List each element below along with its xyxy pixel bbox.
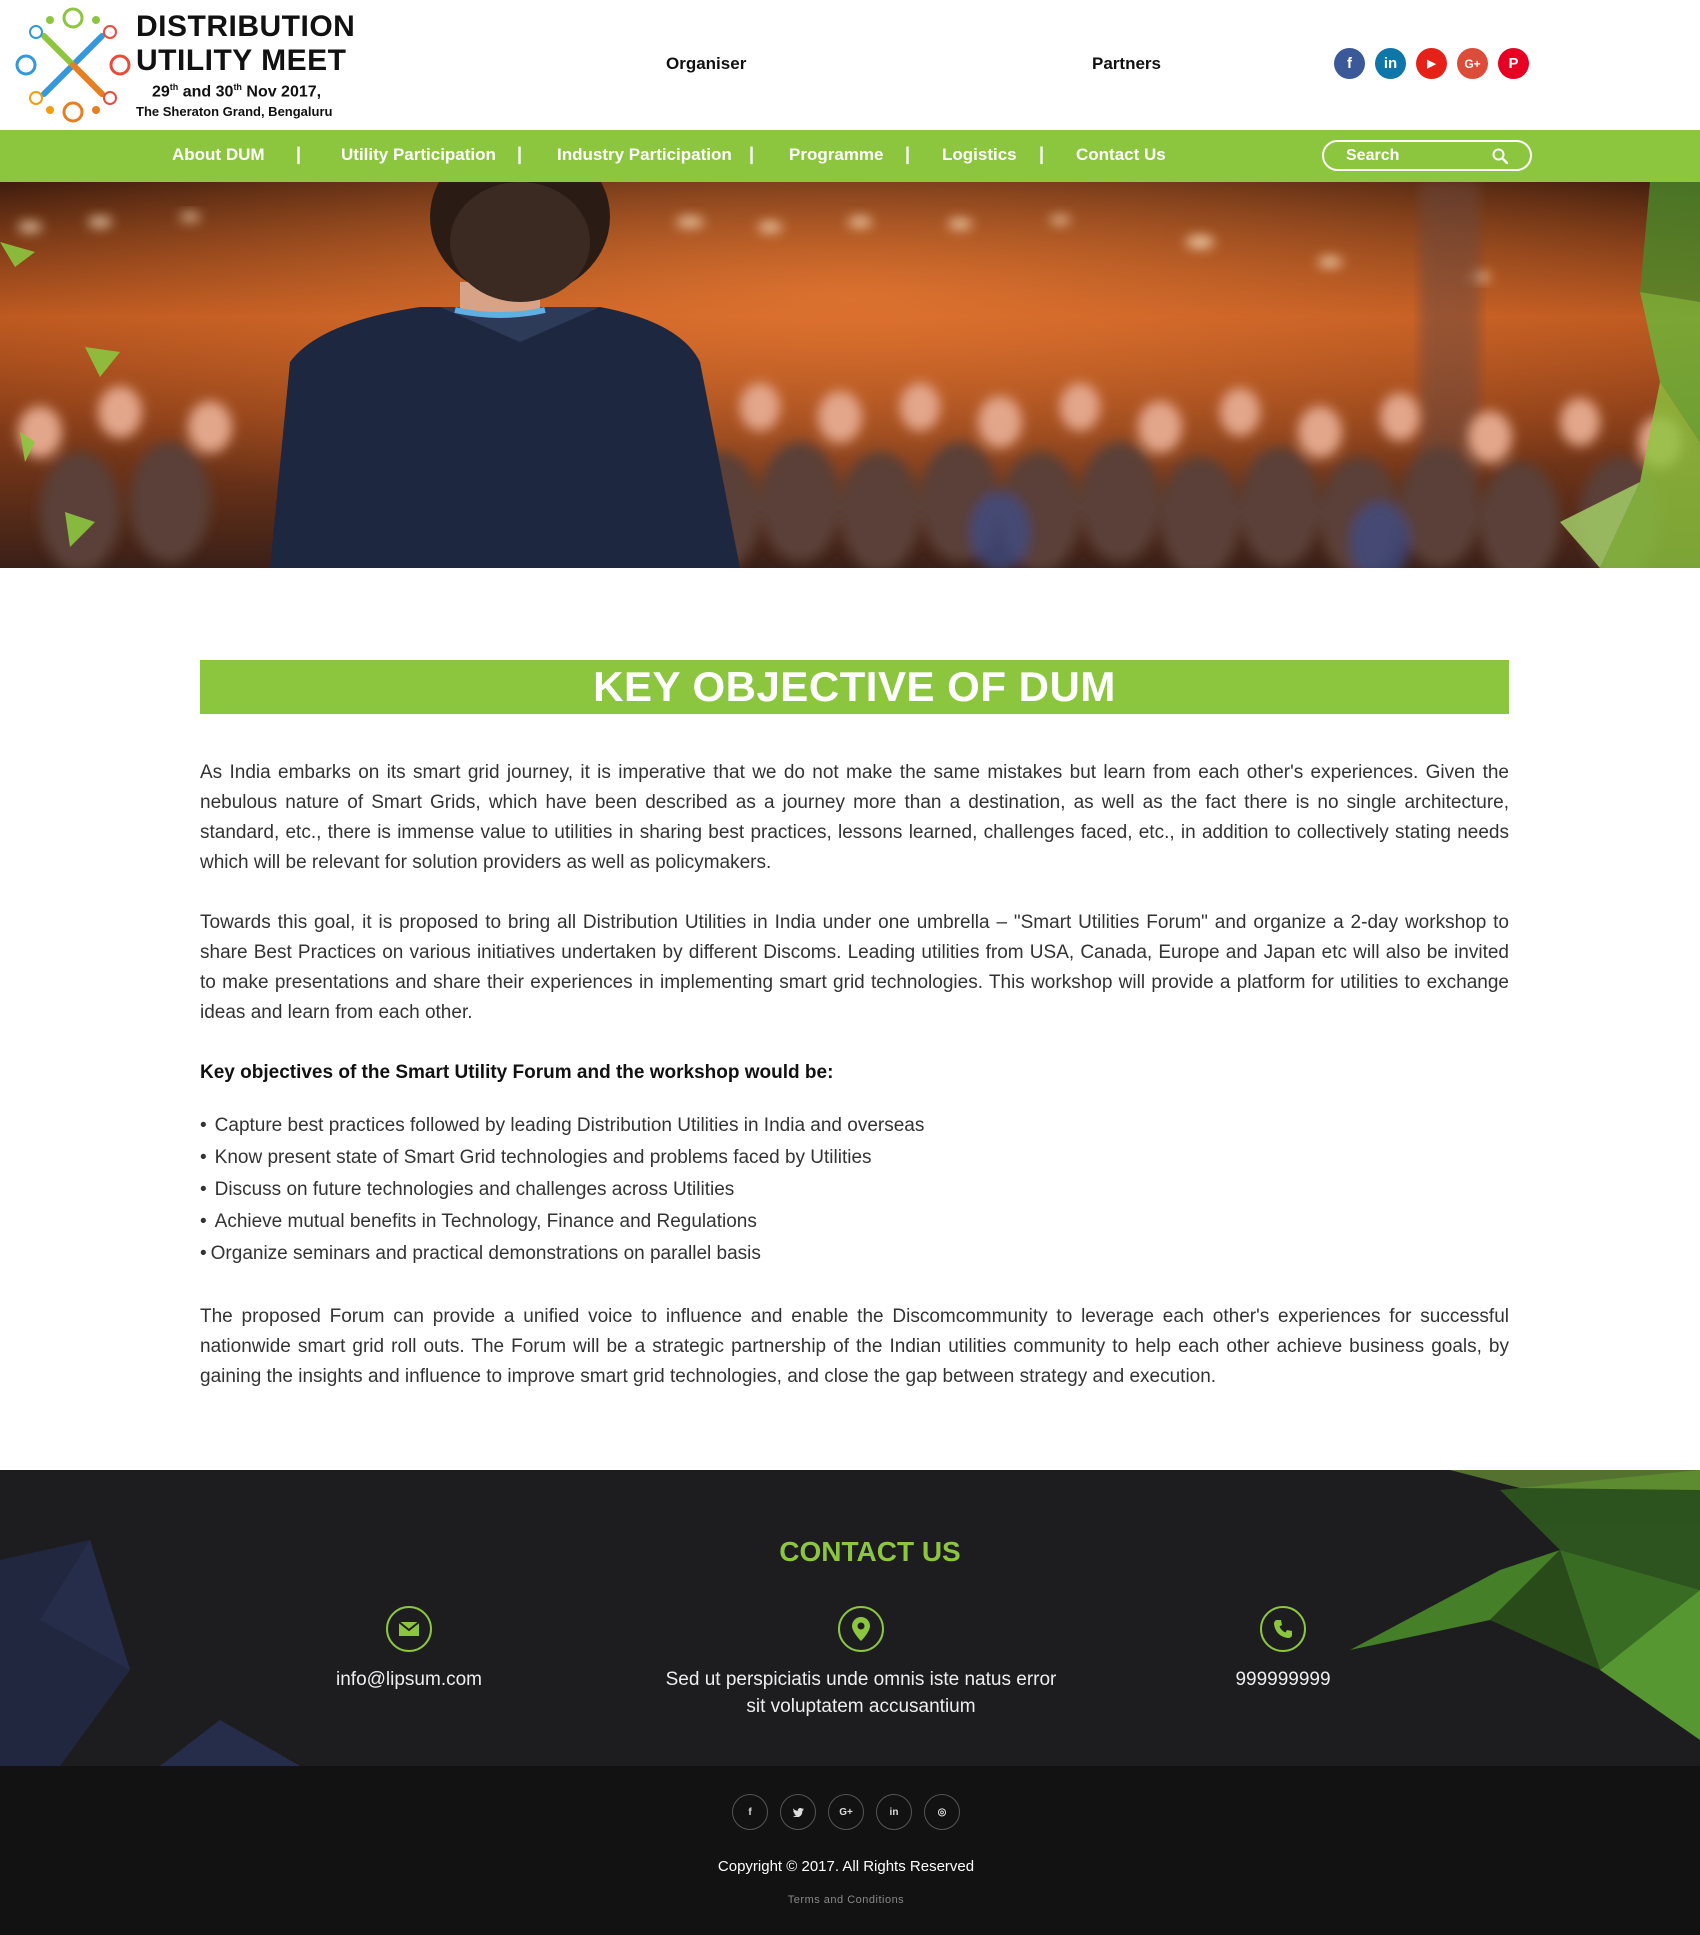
footer-social-links: f G+ in ◎ [732,1794,960,1830]
contact-section: CONTACT US info@lipsum.com Sed ut perspi… [0,1470,1700,1766]
nav-contact-us[interactable]: Contact Us [1076,145,1166,165]
email-text[interactable]: info@lipsum.com [309,1666,509,1693]
event-venue: The Sheraton Grand, Bengaluru [136,104,333,119]
page-title: KEY OBJECTIVE OF DUM [593,663,1116,710]
list-item: • Capture best practices followed by lead… [200,1115,925,1136]
list-item: • Organize seminars and practical demonst… [200,1243,761,1264]
search-input[interactable] [1346,146,1486,165]
hero-image [0,182,1700,568]
google-plus-icon[interactable]: G+ [828,1794,864,1830]
logo-title-line1: DISTRIBUTION [136,10,356,43]
phone-icon [1260,1606,1306,1652]
list-item: • Achieve mutual benefits in Technology, … [200,1211,757,1232]
event-date: 29th and 30th Nov 2017, [152,82,322,101]
pinterest-icon[interactable]: P [1498,48,1529,79]
header-social-links: f in ▶ G+ P [1334,48,1529,79]
site-header: DISTRIBUTION UTILITY MEET 29th and 30th … [0,0,1700,130]
copyright-text: Copyright © 2017. All Rights Reserved [717,1858,975,1875]
list-item: • Know present state of Smart Grid techno… [200,1147,872,1168]
logo-title-line2: UTILITY MEET [136,44,347,77]
footer-bottom: f G+ in ◎ Copyright © 2017. All Rights R… [0,1766,1700,1935]
key-objective-banner: KEY OBJECTIVE OF DUM [200,660,1509,714]
facebook-icon[interactable]: f [732,1794,768,1830]
forum-paragraph: The proposed Forum can provide a unified… [200,1306,1509,1387]
main-navigation: About DUM | Utility Participation | Indu… [0,130,1700,182]
linkedin-icon[interactable]: in [1375,48,1406,79]
nav-separator: | [1039,144,1045,164]
contact-title: CONTACT US [779,1536,961,1567]
intro-paragraph: As India embarks on its smart grid journ… [200,762,1509,873]
search-icon[interactable] [1492,148,1508,164]
terms-link[interactable]: Terms and Conditions [0,1894,1692,1906]
list-item: • Discuss on future technologies and chal… [200,1179,735,1200]
nav-separator: | [517,144,523,164]
youtube-icon[interactable]: ▶ [1416,48,1447,79]
objectives-list: • Capture best practices followed by lead… [200,1110,1509,1270]
search-box [1322,140,1532,171]
facebook-icon[interactable]: f [1334,48,1365,79]
contact-address: Sed ut perspiciatis unde omnis iste natu… [636,1606,1086,1720]
logo-mark-icon [15,7,131,123]
address-line1: Sed ut perspiciatis unde omnis iste natu… [665,1669,1057,1690]
organiser-link[interactable]: Organiser [666,54,746,74]
nav-logistics[interactable]: Logistics [942,145,1017,165]
site-logo[interactable]: DISTRIBUTION UTILITY MEET 29th and 30th … [14,6,355,124]
nav-separator: | [296,144,302,164]
phone-text[interactable]: 999999999 [1183,1666,1383,1693]
nav-separator: | [749,144,755,164]
contact-phone: 999999999 [1183,1606,1383,1693]
linkedin-icon[interactable]: in [876,1794,912,1830]
goal-paragraph: Towards this goal, it is proposed to bri… [200,912,1509,1023]
nav-programme[interactable]: Programme [789,145,883,165]
twitter-icon[interactable] [780,1794,816,1830]
instagram-icon[interactable]: ◎ [924,1794,960,1830]
location-pin-icon [838,1606,884,1652]
nav-separator: | [905,144,911,164]
logo-title: DISTRIBUTION UTILITY MEET [136,10,355,78]
conference-audience-image [0,182,1700,568]
nav-industry-participation[interactable]: Industry Participation [557,145,732,165]
main-content: As India embarks on its smart grid journ… [200,758,1509,1422]
objectives-heading: Key objectives of the Smart Utility Foru… [200,1062,834,1083]
google-plus-icon[interactable]: G+ [1457,48,1488,79]
nav-about-dum[interactable]: About DUM [172,145,265,165]
partners-link[interactable]: Partners [1092,54,1161,74]
nav-utility-participation[interactable]: Utility Participation [341,145,496,165]
envelope-icon [386,1606,432,1652]
contact-email: info@lipsum.com [309,1606,509,1693]
address-line2: sit voluptatem accusantium [746,1696,976,1717]
